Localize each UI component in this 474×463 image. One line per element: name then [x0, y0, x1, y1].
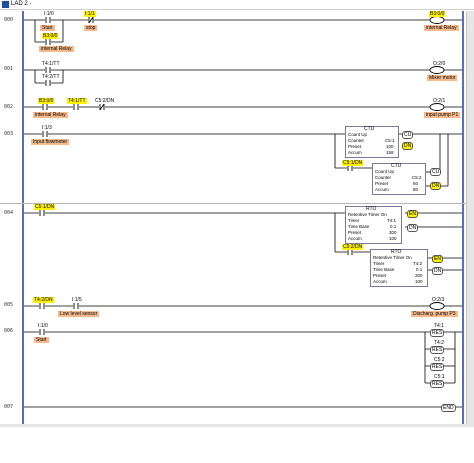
ladder-wiring [24, 16, 462, 408]
en-output: EN [432, 255, 443, 263]
accum-label: Accum [375, 187, 389, 192]
contact-address[interactable]: C5:1/DN [342, 160, 364, 166]
accum-value[interactable]: 100 [415, 279, 423, 285]
en-output: EN [407, 210, 418, 218]
ctu-instruction-c5-1[interactable]: CTU Count Up Counter C5:1 Preset 100 Acc… [345, 126, 399, 158]
contact-address[interactable]: B3:0/0 [42, 33, 59, 39]
contact-address[interactable]: I:1/1 [84, 11, 96, 17]
reset-coil-icon[interactable]: RES [430, 346, 445, 354]
coil-description: internal Relay [424, 25, 459, 31]
contact-address[interactable]: C5:2/DN [342, 244, 364, 250]
contact-description: internal Relay [39, 46, 74, 52]
cu-output: CU [402, 131, 414, 139]
ladder-editor-window: LAD 2 - 000 001 002 003 004 005 006 007 [0, 0, 474, 463]
dn-output: DN [407, 224, 419, 232]
accum-value[interactable]: 100 [389, 236, 397, 242]
reset-coil-icon[interactable]: RES [430, 329, 445, 337]
contact-address[interactable]: I:1/0 [43, 11, 55, 17]
contact-address[interactable]: C5:2/DN [94, 98, 115, 104]
contact-description: Start [34, 337, 49, 343]
contact-description: stop [84, 25, 98, 31]
coil-description: Discharg. pump P3 [411, 311, 458, 317]
ctu-instruction-c5-2[interactable]: CTU Count Up Counter C5:2 Preset 60 Accu… [372, 163, 426, 195]
coil-address[interactable]: O:2/3 [431, 297, 445, 303]
dn-output: DN [402, 142, 414, 150]
contact-address[interactable]: T4:2/TT [41, 74, 61, 80]
dn-output: DN [430, 182, 442, 190]
accum-value[interactable]: 80 [413, 187, 418, 193]
coil-address[interactable]: B3:0/0 [429, 11, 446, 17]
contact-description: internal Relay [33, 112, 68, 118]
reset-coil-icon[interactable]: RES [430, 363, 445, 371]
contact-address[interactable]: C5:1/DN [34, 204, 56, 210]
coil-description: Mixer motor [427, 75, 458, 81]
rto-instruction-t4-1[interactable]: RTO Retentive Timer On Timer T4:1 Time B… [345, 206, 402, 244]
rto-instruction-t4-2[interactable]: RTO Retentive Timer On Timer T4:2 Time B… [370, 249, 428, 287]
contact-description: Input flowmeter [31, 139, 70, 145]
contact-address[interactable]: B3:0/0 [38, 98, 55, 104]
coil-address[interactable]: O:2/0 [432, 61, 446, 67]
contact-description: Low level sensor [58, 311, 100, 317]
contact-address[interactable]: I:1/5 [71, 297, 83, 303]
contact-address[interactable]: T4:2/DN [33, 297, 54, 303]
end-instruction: END [441, 404, 456, 412]
contact-address[interactable]: I:1/3 [41, 125, 53, 131]
cu-output: CU [430, 168, 442, 176]
contact-address[interactable]: I:1/0 [37, 323, 49, 329]
coil-description: input pump P1 [424, 112, 461, 118]
contact-address[interactable]: T4:1/TT [67, 98, 87, 104]
reset-coil-icon[interactable]: RES [430, 380, 445, 388]
coil-address[interactable]: O:2/1 [432, 98, 446, 104]
accum-value[interactable]: 159 [386, 150, 394, 156]
accum-label: Accum [373, 279, 387, 284]
dn-output: DN [432, 267, 444, 275]
accum-label: Accum [348, 150, 362, 155]
contact-description: Start [40, 25, 55, 31]
contact-address[interactable]: T4:1/TT [41, 61, 61, 67]
accum-label: Accum [348, 236, 362, 241]
